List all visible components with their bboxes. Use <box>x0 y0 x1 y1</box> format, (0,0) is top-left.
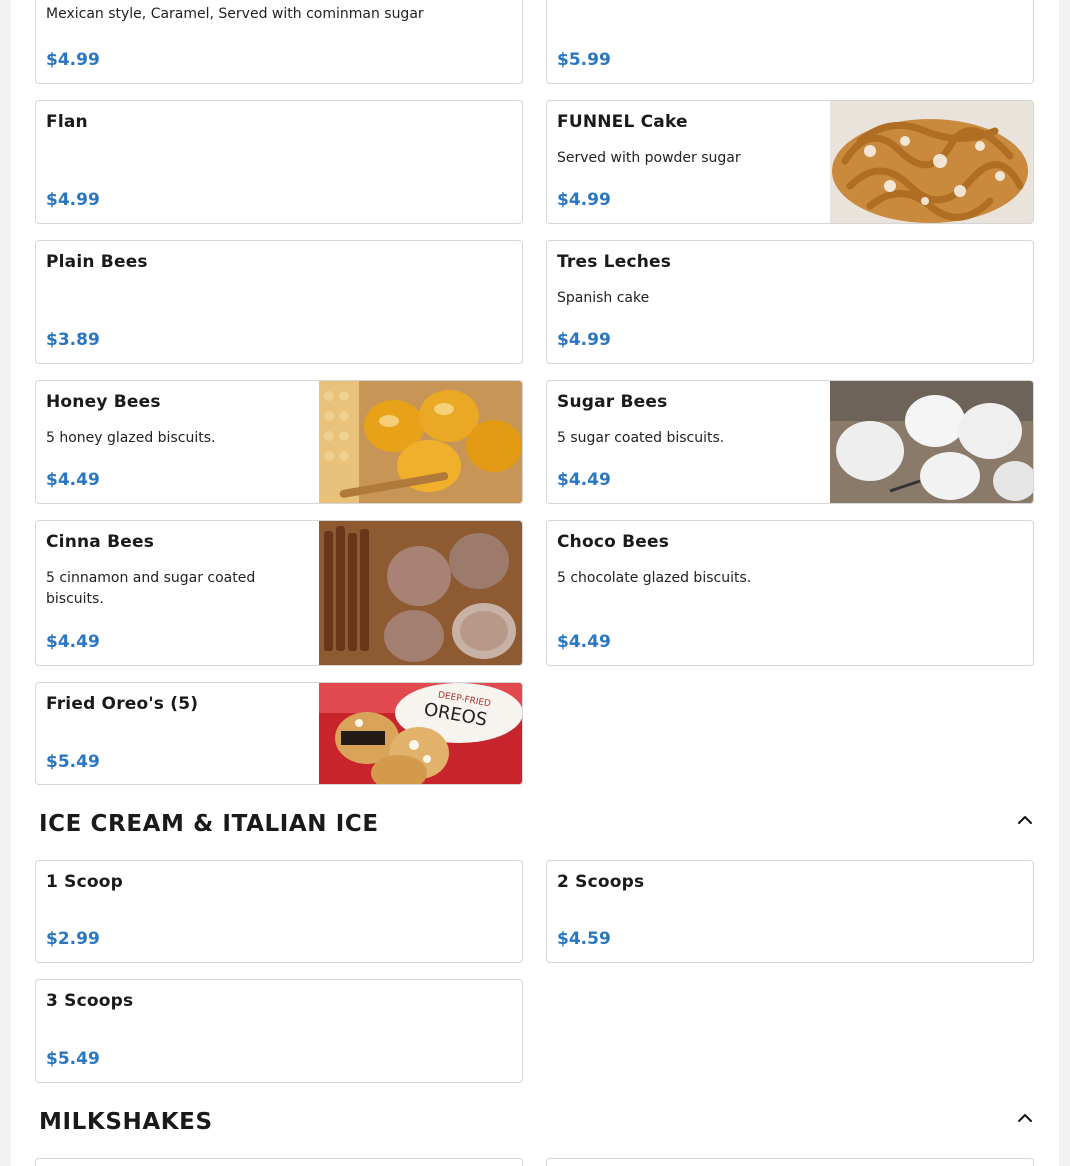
item-description: 5 cinnamon and sugar coated biscuits. <box>46 570 256 607</box>
item-name: Flan <box>46 112 88 132</box>
item-price: $5.49 <box>46 752 100 772</box>
item-price: $4.59 <box>557 929 611 949</box>
item-name: Tres Leches <box>557 252 672 272</box>
fried-oreos-photo: DEEP-FRIED OREOS <box>319 683 522 784</box>
item-description: 5 honey glazed biscuits. <box>46 430 216 446</box>
item-price: $4.99 <box>46 50 100 70</box>
menu-item-card[interactable]: Cinna Bees 5 cinnamon and sugar coated b… <box>35 520 523 666</box>
item-price: $4.49 <box>557 632 611 652</box>
item-name: Honey Bees <box>46 392 161 412</box>
item-name: 2 Scoops <box>557 872 645 892</box>
menu-item-card[interactable]: Flan $4.99 <box>35 100 523 224</box>
item-price: $4.49 <box>46 470 100 490</box>
menu-item-card[interactable]: Honey Bees 5 honey glazed biscuits. $4.4… <box>35 380 523 504</box>
section-title-milkshakes: MILKSHAKES <box>39 1109 213 1135</box>
sugar-bees-photo <box>830 381 1033 503</box>
item-description: Spanish cake <box>557 290 650 306</box>
item-name: Choco Bees <box>557 532 670 552</box>
menu-item-card[interactable]: Tres Leches Spanish cake $4.99 <box>546 240 1034 364</box>
chevron-up-icon[interactable] <box>1012 1104 1038 1130</box>
item-description: Mexican style, Caramel, Served with comi… <box>46 6 424 22</box>
item-name: Plain Bees <box>46 252 148 272</box>
item-price: $2.99 <box>46 929 100 949</box>
item-name: 1 Scoop <box>46 872 123 892</box>
menu-item-card[interactable]: Plain Bees $3.89 <box>35 240 523 364</box>
menu-item-card[interactable]: Mexican style, Caramel, Served with comi… <box>35 0 523 84</box>
item-name: Sugar Bees <box>557 392 668 412</box>
funnel-cake-photo <box>830 101 1033 223</box>
item-price: $3.89 <box>46 330 100 350</box>
menu-item-card[interactable]: FUNNEL Cake Served with powder sugar $4.… <box>546 100 1034 224</box>
menu-item-card[interactable]: 1 Scoop $2.99 <box>35 860 523 963</box>
menu-item-card[interactable]: Sugar Bees 5 sugar coated biscuits. $4.4… <box>546 380 1034 504</box>
item-name: 3 Scoops <box>46 991 134 1011</box>
item-price: $5.99 <box>557 50 611 70</box>
menu-item-card[interactable]: Fried Oreo's (5) $5.49 DEEP-FRIED OREOS <box>35 682 523 785</box>
item-name: FUNNEL Cake <box>557 112 688 132</box>
item-name: Fried Oreo's (5) <box>46 694 199 714</box>
item-price: $5.49 <box>46 1049 100 1069</box>
section-title-ice-cream: ICE CREAM & ITALIAN ICE <box>39 811 379 837</box>
item-price: $4.99 <box>557 190 611 210</box>
item-description: Served with powder sugar <box>557 150 741 166</box>
item-name: Cinna Bees <box>46 532 155 552</box>
menu-item-card[interactable]: 2 Scoops $4.59 <box>546 860 1034 963</box>
item-price: $4.99 <box>46 190 100 210</box>
chevron-up-icon[interactable] <box>1012 806 1038 832</box>
item-price: $4.99 <box>557 330 611 350</box>
honey-bees-photo <box>319 381 522 503</box>
menu-item-card[interactable]: 3 Scoops $5.49 <box>35 979 523 1083</box>
menu-item-card[interactable] <box>546 1158 1034 1166</box>
item-price: $4.49 <box>557 470 611 490</box>
item-description: 5 sugar coated biscuits. <box>557 430 725 446</box>
item-price: $4.49 <box>46 632 100 652</box>
menu-item-card[interactable]: Choco Bees 5 chocolate glazed biscuits. … <box>546 520 1034 666</box>
cinna-bees-photo <box>319 521 522 665</box>
menu-item-card[interactable] <box>35 1158 523 1166</box>
menu-item-card[interactable]: $5.99 <box>546 0 1034 84</box>
menu-page: Mexican style, Caramel, Served with comi… <box>11 0 1059 1166</box>
item-description: 5 chocolate glazed biscuits. <box>557 570 752 586</box>
